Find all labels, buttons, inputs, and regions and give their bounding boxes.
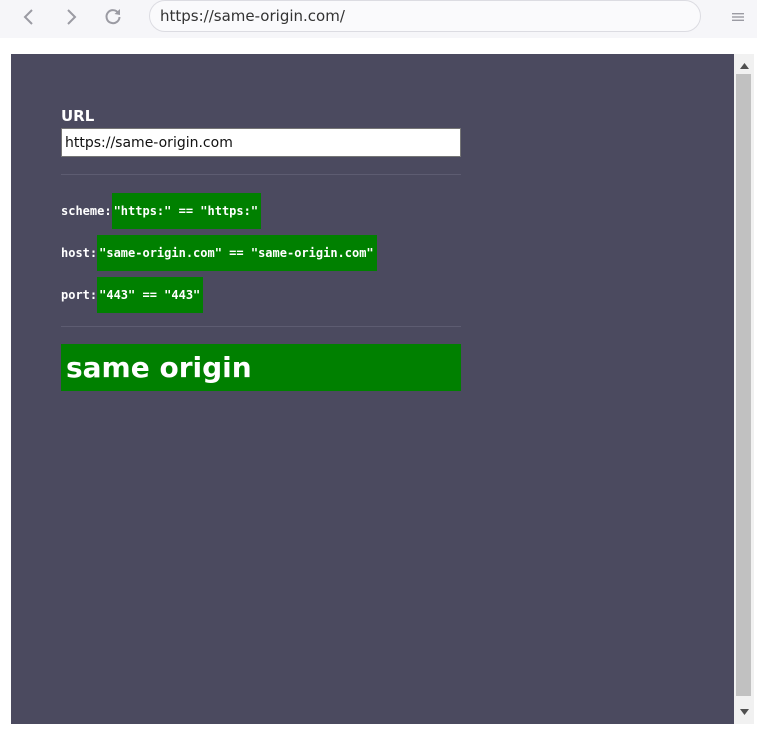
url-input[interactable] [61,128,461,157]
vertical-scrollbar[interactable] [734,54,754,724]
back-button[interactable] [16,4,42,30]
address-bar[interactable]: https://same-origin.com/ [149,0,701,32]
port-check-row: port: "443" == "443" [61,277,461,313]
scroll-down-button[interactable] [734,702,754,722]
port-comparison: "443" == "443" [97,277,204,313]
menu-button[interactable] [728,8,748,26]
scroll-up-button[interactable] [734,56,754,76]
chevron-right-icon [67,9,77,25]
origin-checks: scheme: "https:" == "https:" host: "same… [61,193,461,313]
reload-button[interactable] [100,4,126,30]
host-label: host: [61,246,98,260]
scheme-check-row: scheme: "https:" == "https:" [61,193,461,229]
url-label: URL [61,107,95,125]
origin-checker: URL scheme: "https:" == "https:" host: "… [61,106,461,391]
browser-toolbar: https://same-origin.com/ [0,0,757,38]
divider [61,326,461,327]
scheme-label: scheme: [61,204,112,218]
divider [61,174,461,175]
reload-icon [105,9,121,25]
port-label: port: [61,288,98,302]
result-banner: same origin [61,344,461,391]
scheme-comparison: "https:" == "https:" [111,193,262,229]
chevron-left-icon [23,9,33,25]
scroll-thumb[interactable] [736,74,751,696]
host-check-row: host: "same-origin.com" == "same-origin.… [61,235,461,271]
caret-up-icon [739,63,749,69]
page-viewport: URL scheme: "https:" == "https:" host: "… [11,54,734,724]
host-comparison: "same-origin.com" == "same-origin.com" [97,235,377,271]
forward-button[interactable] [58,4,84,30]
hamburger-menu-icon [732,13,744,21]
address-text: https://same-origin.com/ [160,7,345,25]
caret-down-icon [739,709,749,715]
